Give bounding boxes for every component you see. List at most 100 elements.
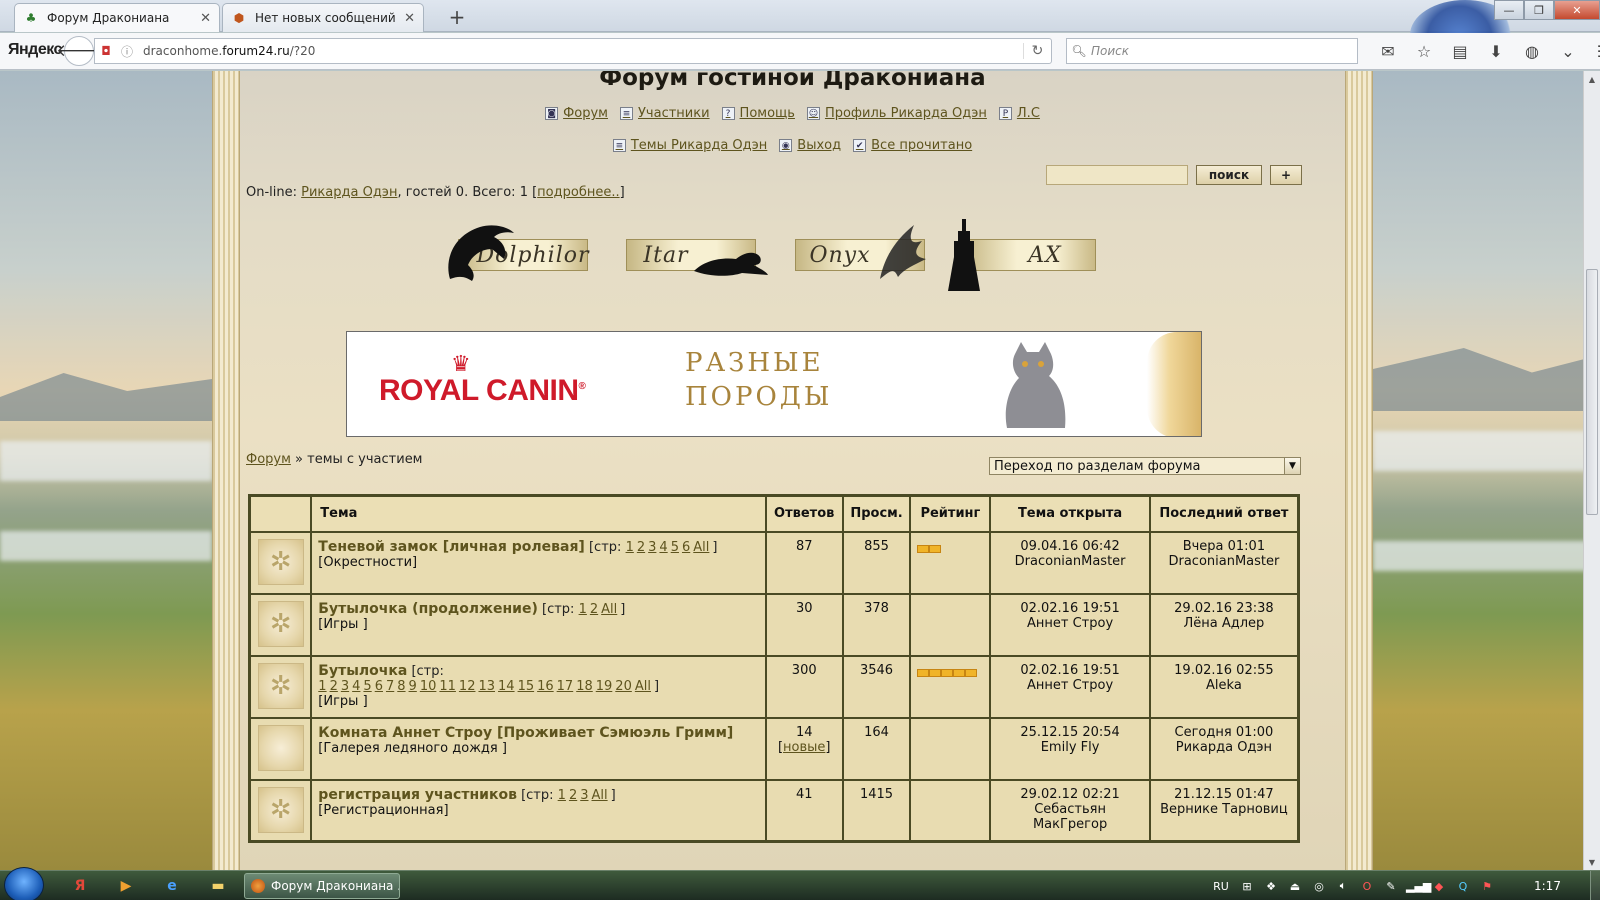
scroll-down-icon[interactable]: ▼ bbox=[1584, 854, 1600, 870]
back-button[interactable]: 🡐 bbox=[56, 36, 102, 66]
page-link[interactable]: All bbox=[693, 540, 709, 555]
tool-icon[interactable]: ✎ bbox=[1382, 880, 1400, 893]
menu-my-topics-link[interactable]: ≡ Темы Рикарда Одэн bbox=[612, 138, 767, 153]
page-link[interactable]: 20 bbox=[615, 679, 632, 694]
page-link[interactable]: 19 bbox=[596, 679, 613, 694]
yandex-logo[interactable]: Яндекс bbox=[8, 41, 62, 59]
volume-icon[interactable]: 🔈︎ bbox=[1334, 879, 1352, 893]
page-link[interactable]: 18 bbox=[576, 679, 593, 694]
menu-logout-link[interactable]: ◉ Выход bbox=[779, 138, 841, 153]
page-link[interactable]: 3 bbox=[341, 679, 349, 694]
page-link[interactable]: All bbox=[635, 679, 651, 694]
address-bar[interactable]: ◘ ⓘ draconhome.forum24.ru/?20 ↻ bbox=[94, 38, 1052, 64]
page-link[interactable]: 14 bbox=[498, 679, 515, 694]
page-link[interactable]: 4 bbox=[659, 540, 667, 555]
signal-bars-icon[interactable]: ▂▄▆ bbox=[1406, 880, 1431, 893]
page-scrollbar[interactable]: ▲ ▼ bbox=[1583, 71, 1600, 870]
language-indicator[interactable]: RU bbox=[1210, 880, 1232, 893]
online-user-link[interactable]: Рикарда Одэн bbox=[301, 185, 397, 200]
chevron-down-icon[interactable]: ▼ bbox=[1284, 458, 1300, 474]
page-link[interactable]: 8 bbox=[397, 679, 405, 694]
breadcrumb-forum-link[interactable]: Форум bbox=[246, 452, 291, 467]
opera-icon[interactable]: O bbox=[1358, 880, 1376, 893]
taskbar-clock[interactable]: 1:17 bbox=[1534, 879, 1561, 893]
minimize-button[interactable]: — bbox=[1494, 0, 1524, 20]
page-link[interactable]: 2 bbox=[330, 679, 338, 694]
page-link[interactable]: 13 bbox=[478, 679, 495, 694]
maximize-button[interactable]: ❐ bbox=[1524, 0, 1554, 20]
menu-help-link[interactable]: ? Помощь bbox=[721, 106, 795, 121]
antivirus-icon[interactable]: ◆ bbox=[1430, 880, 1448, 893]
topic-title-link[interactable]: регистрация участников bbox=[318, 787, 517, 803]
show-desktop-button[interactable] bbox=[1590, 871, 1600, 900]
scroll-up-icon[interactable]: ▲ bbox=[1584, 71, 1600, 87]
page-link[interactable]: 1 bbox=[579, 602, 587, 617]
search-bar[interactable]: 🔍︎ Поиск bbox=[1066, 38, 1358, 64]
menu-members-link[interactable]: ≡ Участники bbox=[620, 106, 710, 121]
mail-icon[interactable]: ✉ bbox=[1370, 39, 1406, 63]
bookmark-star-icon[interactable]: ☆ bbox=[1406, 39, 1442, 63]
windows-flag-icon[interactable]: ⊞ bbox=[1238, 880, 1256, 893]
page-link[interactable]: 17 bbox=[557, 679, 574, 694]
forum-search-button[interactable]: поиск bbox=[1196, 165, 1262, 185]
topic-title-link[interactable]: Бутылочка (продолжение) bbox=[318, 601, 538, 617]
new-tab-button[interactable]: + bbox=[444, 4, 470, 30]
menu-mark-read-link[interactable]: ✔ Все прочитано bbox=[853, 138, 972, 153]
info-icon[interactable]: ⓘ bbox=[117, 43, 137, 60]
internet-explorer-pin-icon[interactable]: e bbox=[154, 874, 190, 898]
page-link[interactable]: 11 bbox=[439, 679, 456, 694]
royal-canin-advertisement[interactable]: ♛ ROYAL CANIN® РАЗНЫЕ ПОРОДЫ bbox=[346, 331, 1202, 437]
topic-title-link[interactable]: Теневой замок [личная ролевая] bbox=[318, 539, 585, 555]
page-link[interactable]: 4 bbox=[352, 679, 360, 694]
scrollbar-thumb[interactable] bbox=[1586, 269, 1598, 515]
online-details-link[interactable]: подробнее.. bbox=[537, 185, 619, 200]
screenshot-icon[interactable]: ◘ bbox=[95, 44, 117, 58]
taskbar-firefox-window[interactable]: Форум Дракониана ... bbox=[244, 873, 400, 899]
yandex-browser-pin-icon[interactable]: Я bbox=[62, 874, 98, 898]
menu-forum-link[interactable]: ◙ Форум bbox=[545, 106, 608, 121]
start-button[interactable] bbox=[4, 867, 44, 900]
usb-icon[interactable]: ⏏ bbox=[1286, 880, 1304, 893]
close-window-button[interactable]: ✕ bbox=[1554, 0, 1600, 20]
close-tab-icon[interactable]: ✕ bbox=[200, 11, 211, 26]
page-link[interactable]: 1 bbox=[626, 540, 634, 555]
page-link[interactable]: 12 bbox=[459, 679, 476, 694]
overflow-icon[interactable]: ⌄ bbox=[1550, 39, 1586, 63]
tab-forum[interactable]: ♣ Форум Дракониана ✕ bbox=[14, 3, 220, 32]
page-link[interactable]: 3 bbox=[648, 540, 656, 555]
page-link[interactable]: 9 bbox=[409, 679, 417, 694]
forum-search-input[interactable] bbox=[1046, 165, 1188, 185]
new-posts-link[interactable]: новые bbox=[783, 740, 825, 755]
forum-jump-select[interactable]: Переход по разделам форума ▼ bbox=[989, 457, 1301, 475]
advanced-search-button[interactable]: + bbox=[1270, 165, 1302, 185]
media-player-pin-icon[interactable]: ▶ bbox=[108, 874, 144, 898]
page-link[interactable]: 2 bbox=[590, 602, 598, 617]
page-link[interactable]: 6 bbox=[375, 679, 383, 694]
topic-title-link[interactable]: Комната Аннет Строу [Проживает Сэмюэль Г… bbox=[318, 725, 733, 741]
page-link[interactable]: 3 bbox=[580, 788, 588, 803]
page-link[interactable]: 6 bbox=[682, 540, 690, 555]
file-explorer-pin-icon[interactable]: ▬ bbox=[200, 874, 236, 898]
page-link[interactable]: 2 bbox=[569, 788, 577, 803]
url-text[interactable]: draconhome.forum24.ru/?20 bbox=[137, 44, 1023, 58]
tab-messages[interactable]: ⬢ Нет новых сообщений ✕ bbox=[222, 3, 424, 32]
page-link[interactable]: All bbox=[592, 788, 608, 803]
page-link[interactable]: All bbox=[601, 602, 617, 617]
page-link[interactable]: 10 bbox=[420, 679, 437, 694]
menu-pm-link[interactable]: P Л.С bbox=[998, 106, 1040, 121]
download-icon[interactable]: ⬇ bbox=[1478, 39, 1514, 63]
page-link[interactable]: 7 bbox=[386, 679, 394, 694]
close-tab-icon[interactable]: ✕ bbox=[404, 11, 415, 26]
page-link[interactable]: 1 bbox=[318, 679, 326, 694]
page-link[interactable]: 5 bbox=[671, 540, 679, 555]
page-link[interactable]: 15 bbox=[518, 679, 535, 694]
menu-icon[interactable]: ☰ bbox=[1586, 39, 1600, 63]
flag-icon[interactable]: ⚑ bbox=[1478, 880, 1496, 893]
network-globe-icon[interactable]: ◎ bbox=[1310, 880, 1328, 893]
page-link[interactable]: 2 bbox=[637, 540, 645, 555]
page-link[interactable]: 5 bbox=[363, 679, 371, 694]
chat-icon[interactable]: Q bbox=[1454, 880, 1472, 893]
page-link[interactable]: 1 bbox=[558, 788, 566, 803]
page-link[interactable]: 16 bbox=[537, 679, 554, 694]
reading-list-icon[interactable]: ▤ bbox=[1442, 39, 1478, 63]
